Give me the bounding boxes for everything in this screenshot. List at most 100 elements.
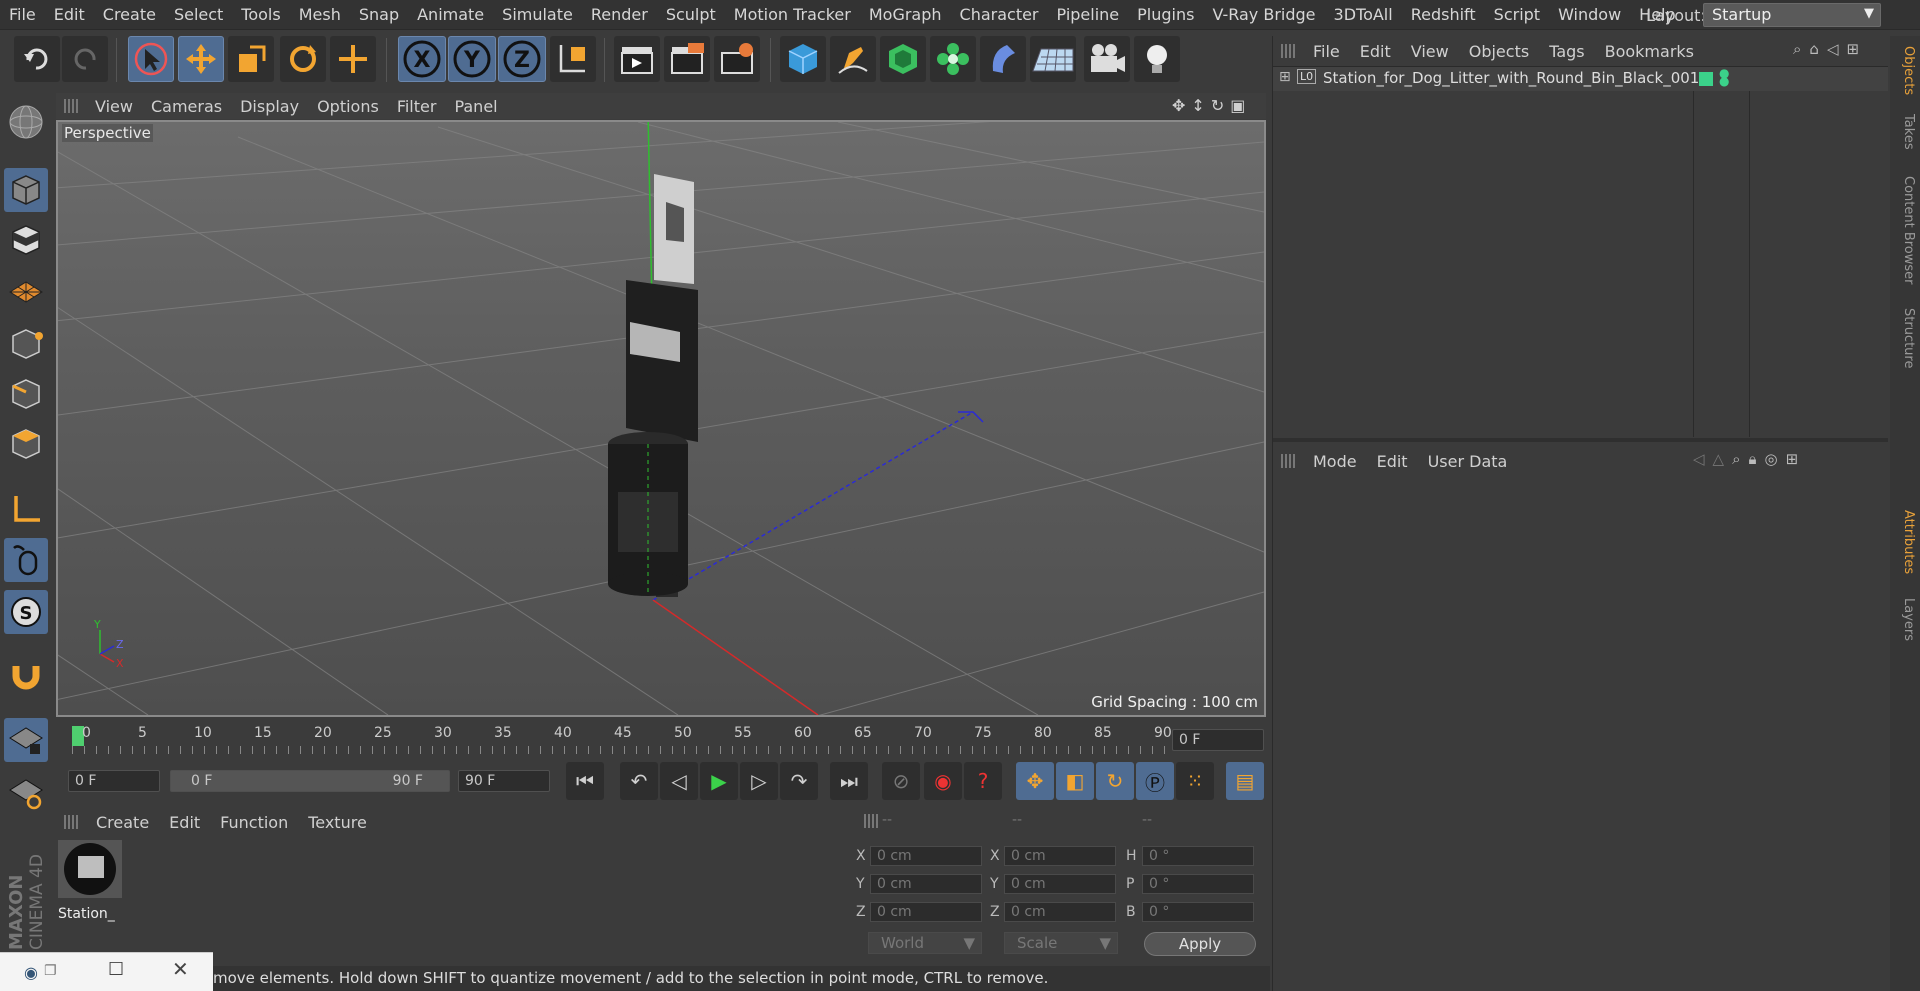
viewport-menu-cameras[interactable]: Cameras <box>142 97 231 116</box>
planar-workplane-button[interactable] <box>4 770 48 814</box>
menu-mesh[interactable]: Mesh <box>290 5 350 24</box>
size-y-field[interactable]: 0 cm <box>1004 874 1116 894</box>
rot-p-field[interactable]: 0 ° <box>1142 874 1254 894</box>
objects-menu-file[interactable]: File <box>1303 42 1350 61</box>
tab-content-browser[interactable]: Content Browser <box>1894 176 1916 285</box>
previous-key-button[interactable]: ↶ <box>620 762 658 800</box>
panel-grip[interactable] <box>64 815 78 829</box>
arrow-up-icon[interactable]: △ <box>1713 450 1725 468</box>
pen-spline-button[interactable] <box>830 36 876 82</box>
pan-view-icon[interactable]: ✥ <box>1172 96 1185 115</box>
y-axis-lock-button[interactable]: Y <box>448 36 496 82</box>
menu-file[interactable]: File <box>0 5 45 24</box>
menu-edit[interactable]: Edit <box>45 5 94 24</box>
floor-button[interactable] <box>1030 36 1076 82</box>
live-selection-button[interactable] <box>128 36 174 82</box>
redo-button[interactable] <box>62 36 108 82</box>
render-view-button[interactable] <box>614 36 660 82</box>
lock-icon[interactable]: 🔒︎ <box>1749 450 1757 468</box>
viewport-menu-options[interactable]: Options <box>308 97 388 116</box>
attributes-menu-user-data[interactable]: User Data <box>1418 452 1518 471</box>
search-icon[interactable]: ⌕ <box>1793 40 1801 58</box>
menu-select[interactable]: Select <box>165 5 232 24</box>
undo-button[interactable] <box>14 36 60 82</box>
menu-character[interactable]: Character <box>951 5 1048 24</box>
objects-menu-view[interactable]: View <box>1401 42 1459 61</box>
end-frame-field[interactable]: 90 F <box>458 770 550 792</box>
texture-mode-button[interactable] <box>4 218 48 262</box>
make-editable-button[interactable] <box>4 100 48 144</box>
polygons-mode-button[interactable] <box>4 422 48 466</box>
deformer-button[interactable] <box>980 36 1026 82</box>
menu-pipeline[interactable]: Pipeline <box>1048 5 1129 24</box>
edges-mode-button[interactable] <box>4 372 48 416</box>
go-to-start-button[interactable]: ⏮ <box>566 762 604 800</box>
size-mode-select[interactable]: Scale ▼ <box>1004 932 1118 954</box>
lock-workplane-button[interactable] <box>4 718 48 762</box>
pos-x-field[interactable]: 0 cm <box>870 846 982 866</box>
tab-attributes[interactable]: Attributes <box>1894 510 1916 574</box>
material-menu-create[interactable]: Create <box>86 813 159 832</box>
arrow-left-icon[interactable]: ◁ <box>1693 450 1705 468</box>
menu-3dtoall[interactable]: 3DToAll <box>1325 5 1402 24</box>
layout-select[interactable]: Startup ▼ <box>1703 3 1881 27</box>
menu-create[interactable]: Create <box>94 5 165 24</box>
subdivision-surface-button[interactable] <box>880 36 926 82</box>
table-row[interactable]: ⊞ L0 Station_for_Dog_Litter_with_Round_B… <box>1273 67 1888 91</box>
rotate-tool-button[interactable] <box>280 36 326 82</box>
timeline-ruler[interactable]: 0 5 10 15 20 25 30 35 40 45 50 55 60 65 … <box>56 722 1266 754</box>
objects-menu-bookmarks[interactable]: Bookmarks <box>1595 42 1704 61</box>
panel-grip[interactable] <box>1281 454 1295 468</box>
panel-grip[interactable] <box>64 99 78 113</box>
autokeying-button[interactable]: ◉ <box>924 762 962 800</box>
attributes-menu-mode[interactable]: Mode <box>1303 452 1367 471</box>
cube-primitive-button[interactable] <box>780 36 826 82</box>
material-menu-function[interactable]: Function <box>210 813 298 832</box>
menu-snap[interactable]: Snap <box>350 5 408 24</box>
panel-grip[interactable] <box>864 814 878 828</box>
tab-objects[interactable]: Objects <box>1894 46 1916 95</box>
camera-button[interactable] <box>1084 36 1130 82</box>
size-x-field[interactable]: 0 cm <box>1004 846 1116 866</box>
points-mode-button[interactable] <box>4 322 48 366</box>
viewport-menu-panel[interactable]: Panel <box>445 97 506 116</box>
tab-layers[interactable]: Layers <box>1894 598 1916 641</box>
keyframe-selection-button[interactable]: ? <box>964 762 1002 800</box>
axis-mode-button[interactable] <box>4 488 48 532</box>
render-dots-icon[interactable]: ● ● <box>1719 67 1729 87</box>
model-mode-button[interactable] <box>4 168 48 212</box>
menu-vray-bridge[interactable]: V-Ray Bridge <box>1203 5 1324 24</box>
expand-icon[interactable]: ⊞ <box>1279 69 1291 85</box>
previous-frame-button[interactable]: ◁ <box>660 762 698 800</box>
menu-mograph[interactable]: MoGraph <box>860 5 951 24</box>
record-position-button[interactable]: ✥ <box>1016 762 1054 800</box>
panel-grip[interactable] <box>1281 44 1295 58</box>
dolly-view-icon[interactable]: ↕ <box>1191 96 1204 115</box>
viewport-menu-filter[interactable]: Filter <box>388 97 446 116</box>
render-settings-button[interactable] <box>714 36 760 82</box>
next-key-button[interactable]: ↷ <box>780 762 818 800</box>
menu-tools[interactable]: Tools <box>232 5 289 24</box>
menu-motion-tracker[interactable]: Motion Tracker <box>725 5 860 24</box>
home-icon[interactable]: ⌂ <box>1809 40 1819 58</box>
workplane-mode-button[interactable] <box>4 268 48 312</box>
restore-icon[interactable]: ❐ <box>44 963 57 979</box>
rot-h-field[interactable]: 0 ° <box>1142 846 1254 866</box>
cinema4d-app-icon[interactable]: ◉ <box>24 963 38 982</box>
x-axis-lock-button[interactable]: X <box>398 36 446 82</box>
play-button[interactable]: ▶ <box>700 762 738 800</box>
menu-simulate[interactable]: Simulate <box>493 5 582 24</box>
target-icon[interactable]: ◎ <box>1764 450 1777 468</box>
move-tool-button[interactable] <box>178 36 224 82</box>
rotate-view-icon[interactable]: ↻ <box>1211 96 1224 115</box>
record-parameter-button[interactable]: Ⓟ <box>1136 762 1174 800</box>
tweak-mode-button[interactable] <box>4 538 48 582</box>
go-to-end-button[interactable]: ⏭ <box>830 762 868 800</box>
menu-window[interactable]: Window <box>1549 5 1630 24</box>
menu-redshift[interactable]: Redshift <box>1402 5 1485 24</box>
maximize-icon[interactable]: ☐ <box>108 959 124 980</box>
object-name[interactable]: Station_for_Dog_Litter_with_Round_Bin_Bl… <box>1323 69 1699 87</box>
recent-tools-button[interactable] <box>330 36 376 82</box>
search-icon[interactable]: ⌕ <box>1732 450 1740 468</box>
menu-script[interactable]: Script <box>1485 5 1549 24</box>
